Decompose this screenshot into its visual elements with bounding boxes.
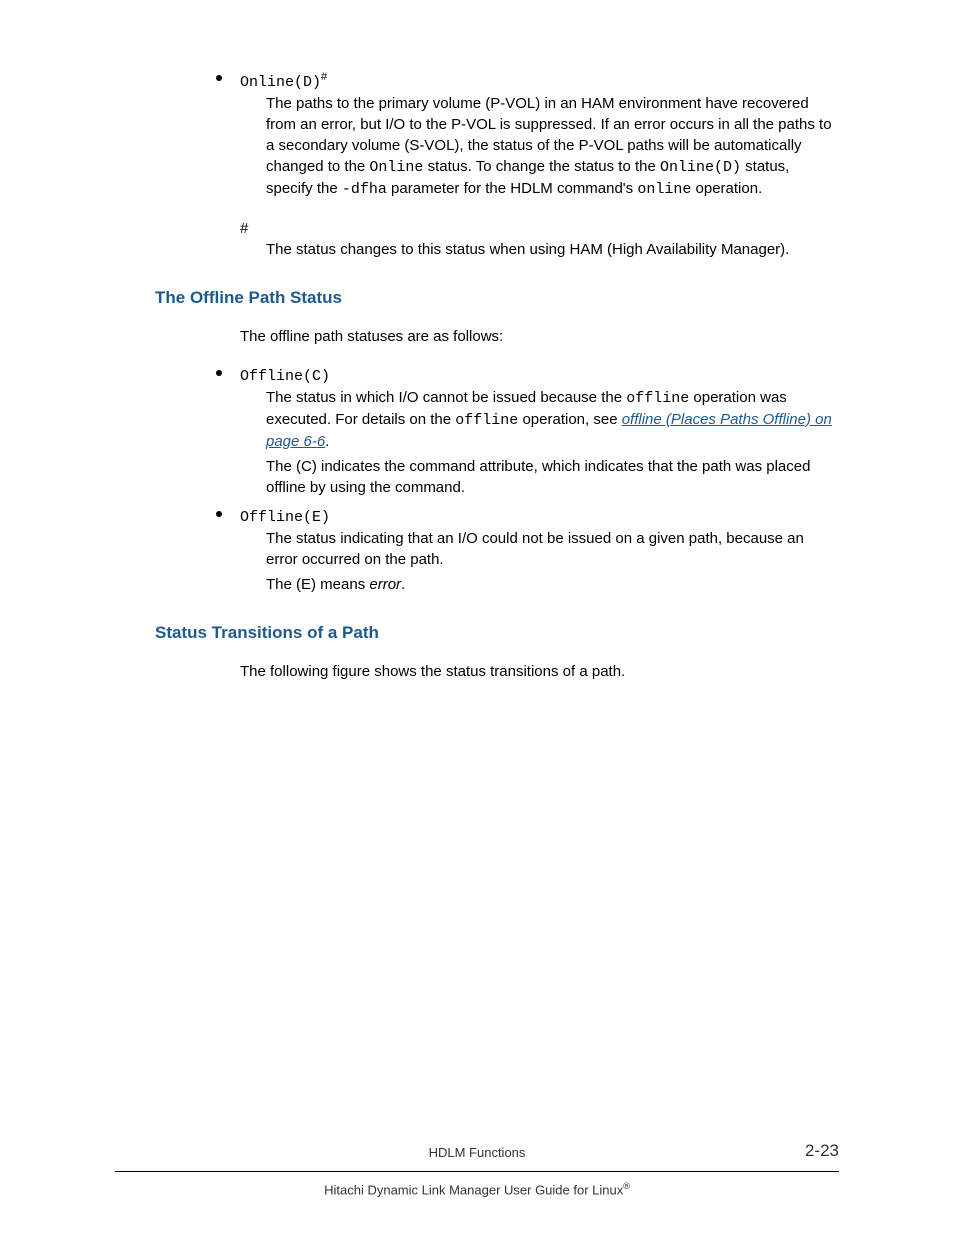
superscript-hash: # (321, 71, 327, 83)
code-online-d: Online(D) (660, 159, 741, 176)
hash-note: # The status changes to this status when… (240, 218, 839, 260)
offline-e-paragraph-1: The status indicating that an I/O could … (240, 528, 839, 570)
text: status. To change the status to the (423, 158, 660, 175)
transitions-intro: The following figure shows the status tr… (240, 661, 839, 682)
italic-error: error (369, 576, 401, 593)
footer-page-number: 2-23 (805, 1139, 839, 1163)
offline-intro: The offline path statuses are as follows… (240, 326, 839, 347)
offline-e-label: Offline(E) (240, 509, 330, 526)
offline-c-paragraph-1: The status in which I/O cannot be issued… (240, 387, 839, 452)
bullet-online-d: Online(D)# The paths to the primary volu… (240, 70, 839, 200)
text: operation. (691, 180, 762, 197)
footer-section-name: HDLM Functions (115, 1144, 839, 1162)
text: The (E) means (266, 576, 369, 593)
text: parameter for the HDLM command's (387, 180, 637, 197)
registered-symbol: ® (623, 1181, 630, 1191)
bullet-offline-e: Offline(E) The status indicating that an… (240, 506, 839, 595)
text: operation, see (518, 411, 621, 428)
offline-path-status-heading: The Offline Path Status (155, 286, 839, 310)
text: . (401, 576, 405, 593)
footer-title: Hitachi Dynamic Link Manager User Guide … (324, 1183, 623, 1198)
code-offline-2: offline (455, 412, 518, 429)
hash-paragraph: The status changes to this status when u… (240, 239, 839, 260)
offline-e-paragraph-2: The (E) means error. (240, 574, 839, 595)
code-online-op: online (637, 181, 691, 198)
offline-c-label: Offline(C) (240, 368, 330, 385)
page-content: Online(D)# The paths to the primary volu… (155, 70, 839, 682)
page-footer: HDLM Functions 2-23 Hitachi Dynamic Link… (115, 1144, 839, 1200)
online-d-paragraph: The paths to the primary volume (P-VOL) … (240, 93, 839, 200)
bullet-icon (216, 75, 222, 81)
code-online: Online (369, 159, 423, 176)
bullet-offline-c: Offline(C) The status in which I/O canno… (240, 365, 839, 498)
online-d-label: Online(D) (240, 74, 321, 91)
code-dfha: -dfha (342, 181, 387, 198)
text: . (325, 433, 329, 450)
bullet-icon (216, 511, 222, 517)
hash-symbol: # (240, 220, 248, 237)
text: The status in which I/O cannot be issued… (266, 389, 626, 406)
footer-row-2: Hitachi Dynamic Link Manager User Guide … (115, 1172, 839, 1200)
code-offline: offline (626, 390, 689, 407)
offline-c-paragraph-2: The (C) indicates the command attribute,… (240, 456, 839, 498)
bullet-icon (216, 370, 222, 376)
footer-row-1: HDLM Functions 2-23 (115, 1144, 839, 1172)
status-transitions-heading: Status Transitions of a Path (155, 621, 839, 645)
